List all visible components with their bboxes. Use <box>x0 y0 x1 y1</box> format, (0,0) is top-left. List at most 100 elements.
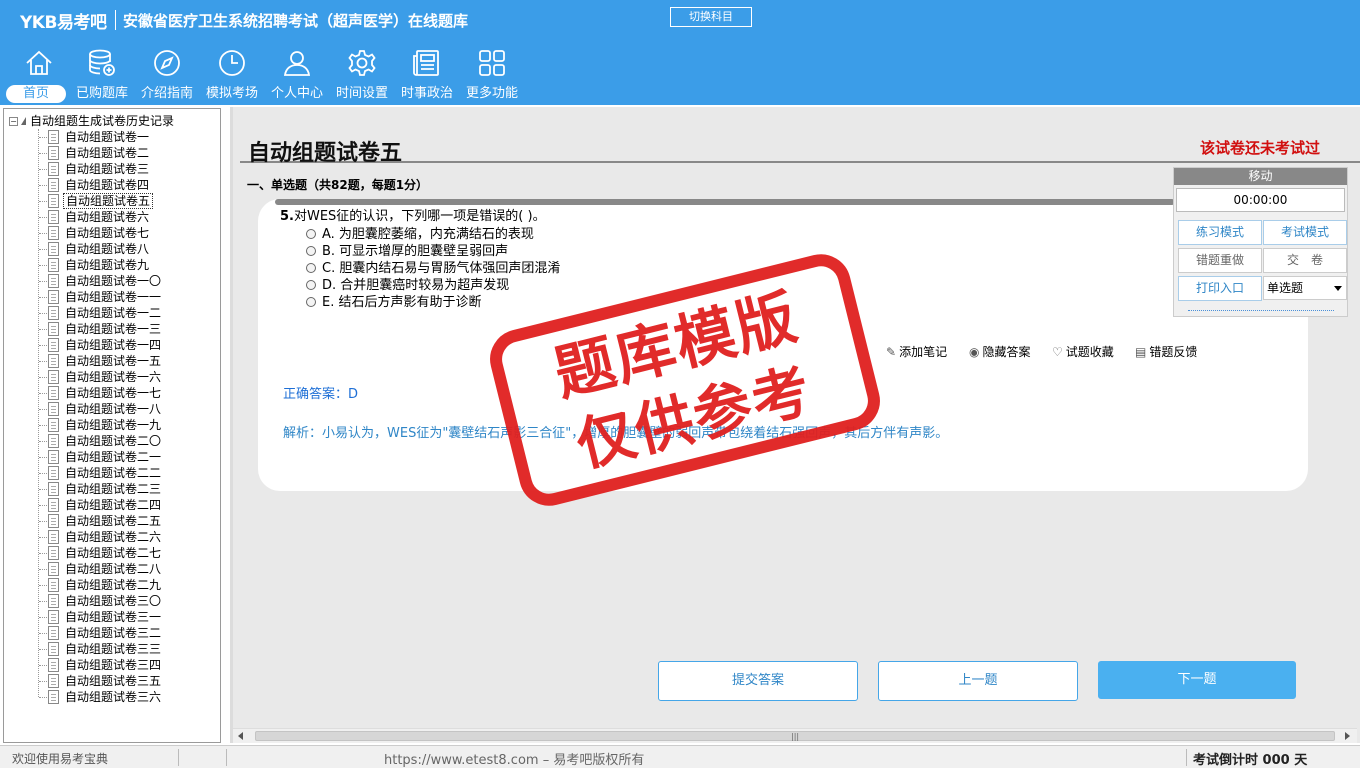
tree-item[interactable]: 自动组题试卷七 <box>4 225 220 241</box>
panel-move-handle[interactable]: 移动 <box>1174 168 1347 185</box>
document-icon <box>48 306 59 320</box>
chevron-down-icon <box>1334 286 1342 291</box>
tree-item[interactable]: 自动组题试卷三一 <box>4 609 220 625</box>
tree-root[interactable]: − 自动组题生成试卷历史记录 <box>9 113 174 129</box>
question-type-select[interactable]: 单选题 <box>1263 276 1347 300</box>
nav-time-settings[interactable]: 时间设置 <box>330 46 394 104</box>
tree-item-label: 自动组题试卷一三 <box>65 322 162 336</box>
tree-item[interactable]: 自动组题试卷一三 <box>4 321 220 337</box>
tree-connector <box>39 393 47 394</box>
radio-button[interactable] <box>306 280 316 290</box>
tree-item[interactable]: 自动组题试卷三二 <box>4 625 220 641</box>
tree-item-label: 自动组题试卷二九 <box>65 578 162 592</box>
tree-item[interactable]: 自动组题试卷一七 <box>4 385 220 401</box>
tree-connector <box>39 665 47 666</box>
tree-connector <box>39 201 47 202</box>
tree-item[interactable]: 自动组题试卷二二 <box>4 465 220 481</box>
tree-item[interactable]: 自动组题试卷二五 <box>4 513 220 529</box>
clock-icon <box>219 50 245 76</box>
tree-item[interactable]: 自动组题试卷五 <box>4 193 220 209</box>
tree-item[interactable]: 自动组题试卷二〇 <box>4 433 220 449</box>
document-icon <box>48 658 59 672</box>
report-error-button[interactable]: ▤ 错题反馈 <box>1135 343 1197 360</box>
submit-paper-button[interactable]: 交 卷 <box>1263 248 1347 273</box>
nav-profile[interactable]: 个人中心 <box>265 46 329 104</box>
submit-answer-button[interactable]: 提交答案 <box>658 661 858 701</box>
status-divider <box>1186 749 1187 766</box>
add-note-button[interactable]: ✎ 添加笔记 <box>886 343 947 360</box>
print-button[interactable]: 打印入口 <box>1178 276 1262 301</box>
nav-mock-exam[interactable]: 模拟考场 <box>200 46 264 104</box>
app-logo: YKB易考吧 <box>20 13 107 33</box>
tree-item[interactable]: 自动组题试卷二 <box>4 145 220 161</box>
switch-subject-button[interactable]: 切换科目 <box>670 7 752 27</box>
tree-item[interactable]: 自动组题试卷一五 <box>4 353 220 369</box>
tree-item[interactable]: 自动组题试卷一八 <box>4 401 220 417</box>
scroll-left-icon[interactable] <box>238 732 243 740</box>
panel-slider[interactable] <box>1188 310 1334 311</box>
tree-item[interactable]: 自动组题试卷二七 <box>4 545 220 561</box>
scrollbar-thumb[interactable]: ||| <box>255 731 1335 741</box>
grid-icon <box>479 50 505 76</box>
tree-item[interactable]: 自动组题试卷三四 <box>4 657 220 673</box>
tree-item[interactable]: 自动组题试卷三〇 <box>4 593 220 609</box>
question-number: 5. <box>280 209 294 224</box>
tree-connector <box>39 281 47 282</box>
tree-item-label: 自动组题试卷一一 <box>65 290 162 304</box>
document-icon <box>48 386 59 400</box>
scroll-right-icon[interactable] <box>1345 732 1350 740</box>
tree-item[interactable]: 自动组题试卷九 <box>4 257 220 273</box>
nav-purchased[interactable]: 已购题库 <box>70 46 134 104</box>
radio-button[interactable] <box>306 263 316 273</box>
tree-item[interactable]: 自动组题试卷八 <box>4 241 220 257</box>
previous-question-button[interactable]: 上一题 <box>878 661 1078 701</box>
tree-connector <box>39 169 47 170</box>
tree-item-label: 自动组题试卷七 <box>65 226 150 240</box>
document-icon <box>48 418 59 432</box>
tree-item[interactable]: 自动组题试卷四 <box>4 177 220 193</box>
tree-item-label: 自动组题试卷二〇 <box>65 434 162 448</box>
tree-item[interactable]: 自动组题试卷六 <box>4 209 220 225</box>
tree-item[interactable]: 自动组题试卷一 <box>4 129 220 145</box>
radio-button[interactable] <box>306 297 316 307</box>
exam-mode-button[interactable]: 考试模式 <box>1263 220 1347 245</box>
redo-wrong-button[interactable]: 错题重做 <box>1178 248 1262 273</box>
nav-more[interactable]: 更多功能 <box>460 46 524 104</box>
favorite-button[interactable]: ♡ 试题收藏 <box>1052 343 1114 360</box>
radio-button[interactable] <box>306 246 316 256</box>
tree-item[interactable]: 自动组题试卷二一 <box>4 449 220 465</box>
tree-item[interactable]: 自动组题试卷二八 <box>4 561 220 577</box>
tree-item[interactable]: 自动组题试卷二九 <box>4 577 220 593</box>
nav-home[interactable]: 首页 <box>6 46 71 104</box>
tree-item[interactable]: 自动组题试卷二六 <box>4 529 220 545</box>
tree-item[interactable]: 自动组题试卷一六 <box>4 369 220 385</box>
tree-item[interactable]: 自动组题试卷一二 <box>4 305 220 321</box>
tree-item[interactable]: 自动组题试卷二四 <box>4 497 220 513</box>
nav-current-affairs[interactable]: 时事政治 <box>395 46 459 104</box>
question-text: 对WES征的认识，下列哪一项是错误的( )。 <box>293 209 546 224</box>
tree-item[interactable]: 自动组题试卷三五 <box>4 673 220 689</box>
document-icon <box>48 162 59 176</box>
tree-item[interactable]: 自动组题试卷一〇 <box>4 273 220 289</box>
tree-item[interactable]: 自动组题试卷三三 <box>4 641 220 657</box>
tree-item[interactable]: 自动组题试卷三六 <box>4 689 220 705</box>
tree-item[interactable]: 自动组题试卷二三 <box>4 481 220 497</box>
radio-button[interactable] <box>306 229 316 239</box>
horizontal-scrollbar[interactable]: ||| <box>233 728 1357 743</box>
document-icon <box>48 674 59 688</box>
practice-mode-button[interactable]: 练习模式 <box>1178 220 1262 245</box>
document-icon <box>48 178 59 192</box>
document-icon <box>48 594 59 608</box>
tree-connector <box>39 217 47 218</box>
tree-item-label: 自动组题试卷二八 <box>65 562 162 576</box>
tree-item[interactable]: 自动组题试卷一九 <box>4 417 220 433</box>
nav-guide[interactable]: 介绍指南 <box>135 46 199 104</box>
collapse-icon[interactable]: − <box>9 117 18 126</box>
question-stem: 5.对WES征的认识，下列哪一项是错误的( )。 <box>280 205 546 224</box>
tree-item[interactable]: 自动组题试卷一四 <box>4 337 220 353</box>
tree-item[interactable]: 自动组题试卷三 <box>4 161 220 177</box>
tree-item[interactable]: 自动组题试卷一一 <box>4 289 220 305</box>
hide-answer-button[interactable]: ◉ 隐藏答案 <box>969 343 1031 360</box>
option-e[interactable]: E. 结石后方声影有助于诊断 <box>306 291 481 310</box>
next-question-button[interactable]: 下一题 <box>1098 661 1296 699</box>
